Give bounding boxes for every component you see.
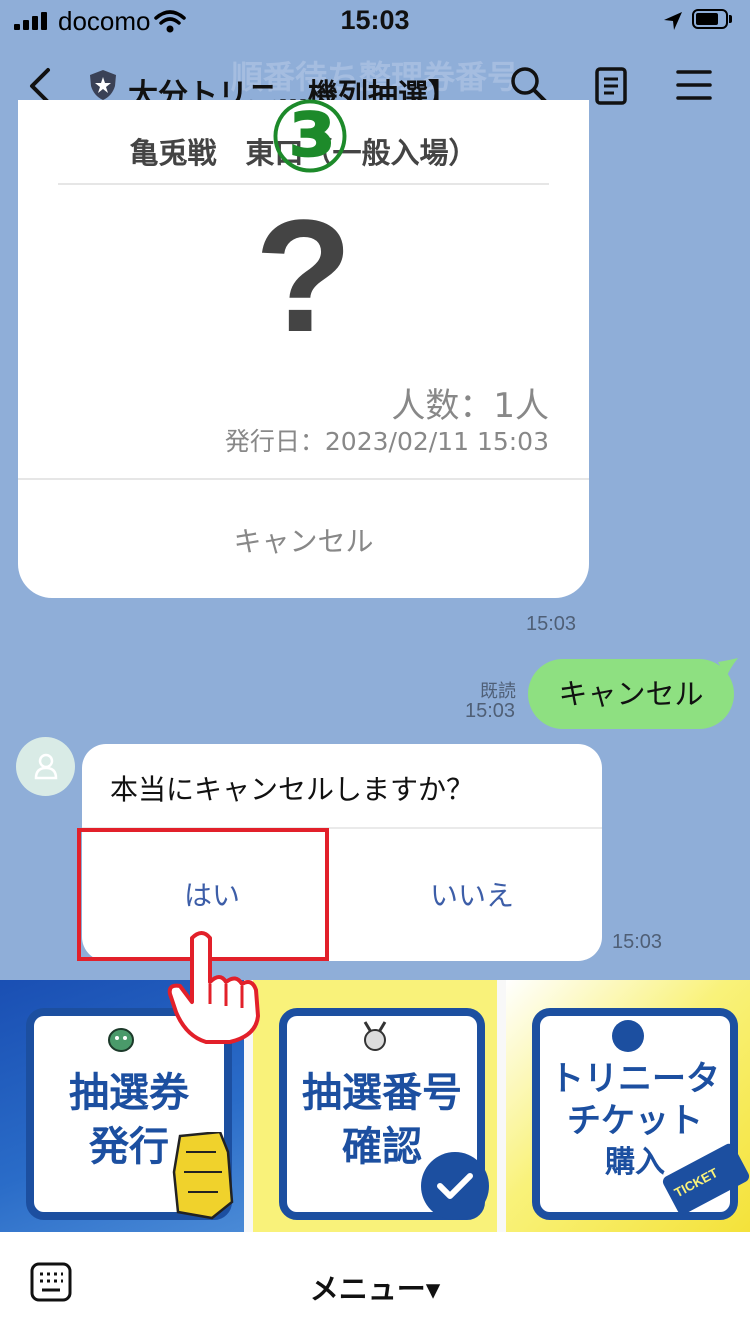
- rich-menu-buy-ticket[interactable]: トリニータ チケット 購入 TICKET: [506, 980, 750, 1232]
- ticket-number: ?: [254, 186, 353, 365]
- avatar[interactable]: [16, 737, 75, 796]
- confirm-message-time: 15:03: [612, 931, 663, 953]
- search-icon[interactable]: [508, 64, 548, 104]
- ticket-card-time: 15:03: [526, 613, 577, 635]
- check-icon: [421, 1152, 489, 1220]
- location-arrow-icon: [664, 12, 682, 30]
- tile-check-text-1: 抽選番号: [302, 1070, 462, 1116]
- shield-icon: [90, 70, 116, 100]
- status-time: 15:03: [340, 5, 410, 35]
- turtle-mascot-icon: [108, 1028, 134, 1052]
- rich-menu-toggle[interactable]: メニュー▾: [0, 1266, 750, 1308]
- status-bar: docomo 15:03: [0, 0, 750, 44]
- ticket-icon-label: TICKET: [671, 1164, 721, 1201]
- ticket-footer-divider: [18, 478, 589, 480]
- bottom-bar: メニュー▾: [0, 1232, 750, 1334]
- menu-icon[interactable]: [676, 68, 712, 102]
- step-annotation: ③: [267, 78, 353, 195]
- tile-buy-text-2: チケット: [567, 1101, 703, 1141]
- rich-menu: 抽選券 発行 抽選番号 確認 トリニータ チケット 購入 TICKET: [0, 980, 750, 1232]
- tile-issue-text-1: 抽選券: [69, 1070, 189, 1116]
- ticket-issued-date: 発行日：2023/02/11 15:03: [224, 427, 549, 456]
- user-icon: [34, 753, 58, 780]
- mascot-icon: [363, 1021, 387, 1051]
- battery-icon: [692, 9, 734, 31]
- sent-message-bubble: キャンセル: [528, 659, 734, 729]
- rich-menu-check-number[interactable]: 抽選番号 確認: [253, 980, 497, 1232]
- tile-buy-text-1: トリニータ: [550, 1059, 720, 1099]
- trinita-logo-icon: [612, 1020, 644, 1052]
- sent-bubble-tail: [718, 658, 738, 678]
- ticket-cancel-button[interactable]: キャンセル: [18, 520, 589, 560]
- confirm-question: 本当にキャンセルしますか？: [110, 773, 475, 806]
- pointing-hand-icon: [167, 931, 260, 1044]
- notes-icon[interactable]: [594, 66, 628, 106]
- no-button[interactable]: いいえ: [342, 874, 602, 914]
- sent-message-time: 15:03: [465, 700, 516, 722]
- ticket-person-count: 人数：1人: [391, 386, 549, 426]
- ticket-machine-icon: [172, 1132, 234, 1220]
